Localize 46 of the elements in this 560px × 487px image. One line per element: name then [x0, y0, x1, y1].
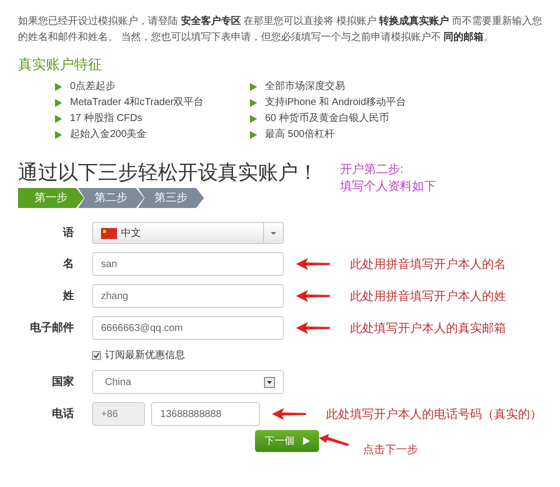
country-dropdown[interactable]: China — [92, 370, 284, 394]
section-heading: 真实账户特征 — [18, 55, 103, 74]
feature-text: MetaTrader 4和cTrader双平台 — [70, 96, 204, 110]
annotation-text: 点击下一步 — [363, 442, 418, 458]
annotation-text: 此处用拼音填写开户本人的名 — [350, 256, 506, 273]
caret-icon — [264, 376, 275, 388]
phone-field[interactable]: 13688888888 — [151, 402, 260, 426]
step-tab[interactable]: 第一步 — [18, 188, 84, 208]
text-field[interactable]: zhang — [92, 284, 284, 308]
dropdown-value: 中文 — [121, 226, 142, 240]
text-field[interactable]: san — [92, 252, 284, 276]
next-button[interactable]: 下一個 — [255, 430, 319, 452]
feature-text: 60 种货币及黄金白银人民币 — [265, 112, 389, 126]
arrow-icon — [296, 258, 330, 270]
field-label: 名 — [62, 256, 75, 272]
annotation-text: 此处填写开户本人的电话号码（真实的） — [326, 406, 542, 423]
checkbox-label: 订阅最新优惠信息 — [105, 348, 185, 362]
feature-text: 最高 500倍杠杆 — [265, 128, 334, 142]
annotation-text: 此处填写开户本人的真实邮箱 — [350, 320, 506, 337]
play-icon — [302, 437, 310, 445]
arrow-icon — [296, 290, 330, 302]
annotation-text: 开户第二步: — [340, 161, 404, 178]
field-label: 姓 — [62, 288, 75, 304]
arrow-icon — [272, 408, 306, 420]
language-dropdown[interactable]: 中文 — [92, 222, 284, 244]
page-title: 通过以下三步轻松开设真实账户！ — [18, 161, 318, 186]
feature-text: 0点差起步 — [70, 80, 116, 94]
checkbox[interactable] — [92, 350, 101, 360]
field-label: 语 — [62, 226, 75, 241]
step-tab[interactable]: 第二步 — [78, 188, 144, 208]
feature-text: 支持iPhone 和 Android移动平台 — [265, 96, 406, 110]
annotation-text: 此处用拼音填写开户本人的姓 — [350, 288, 506, 305]
country-code-field[interactable]: +86 — [92, 402, 146, 426]
arrow-icon — [319, 434, 349, 448]
feature-text: 起始入金200美金 — [70, 128, 147, 142]
text-field[interactable]: 6666663@qq.com — [92, 316, 284, 340]
field-label: 国家 — [51, 374, 75, 390]
flag-icon — [101, 228, 117, 238]
field-label: 电子邮件 — [29, 320, 75, 336]
intro-paragraph: 如果您已经开设过模拟账户，请登陆 安全客户专区 在那里您可以直接将 模拟账户 转换成真实账户 而不需要重新输入您的姓名和邮件和姓名。 当然，您也可以填写下表申请，但您必须填写一个与之前申请模拟账户不 同的邮箱。 — [18, 14, 543, 45]
field-label: 电话 — [51, 406, 75, 422]
step-tab[interactable]: 第三步 — [138, 188, 204, 208]
feature-text: 全部市场深度交易 — [265, 80, 345, 94]
annotation-text: 填写个人资料如下 — [340, 178, 436, 195]
arrow-icon — [296, 322, 330, 334]
feature-text: 17 种股指 CFDs — [70, 112, 142, 126]
